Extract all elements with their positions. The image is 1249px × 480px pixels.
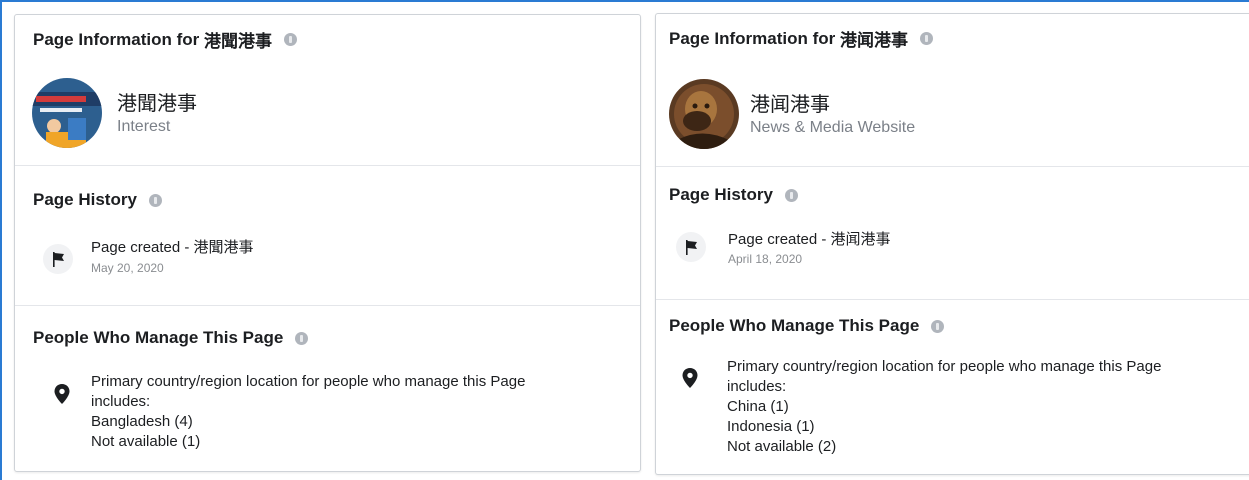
managers-title: People Who Manage This Page	[669, 316, 920, 335]
page-info-heading: Page Information for 港闻港事	[669, 26, 933, 51]
location-pin-icon	[681, 367, 699, 389]
page-info-name: 港聞港事	[203, 32, 272, 51]
managers-heading: People Who Manage This Page	[33, 328, 309, 348]
divider	[656, 166, 1249, 167]
page-history-title: Page History	[33, 190, 137, 209]
location-item: China (1)	[727, 398, 789, 415]
flag-icon	[676, 232, 706, 262]
avatar[interactable]	[669, 79, 739, 149]
managers-intro-cont: includes:	[727, 378, 787, 395]
divider	[15, 165, 640, 166]
page-history-heading: Page History	[33, 190, 162, 210]
history-entry: Page created - 港聞港事	[91, 239, 254, 256]
page-name: 港聞港事	[117, 93, 197, 115]
history-date: April 18, 2020	[728, 252, 803, 266]
managers-location-list: Primary country/region location for peop…	[91, 372, 525, 452]
history-entry: Page created - 港闻港事	[728, 231, 891, 248]
managers-intro-cont: includes:	[91, 393, 151, 410]
info-icon[interactable]	[919, 32, 933, 45]
page-info-heading: Page Information for 港聞港事	[33, 27, 297, 52]
info-icon[interactable]	[931, 319, 945, 333]
location-item: Indonesia (1)	[727, 418, 815, 435]
info-icon[interactable]	[148, 193, 162, 207]
page-info-prefix: Page Information for	[669, 28, 836, 48]
page-category: Interest	[117, 118, 171, 135]
history-date: May 20, 2020	[91, 261, 164, 275]
page-history-heading: Page History	[669, 185, 798, 205]
page-transparency-panel-right: Page Information for 港闻港事 港闻港事 News & Me…	[655, 13, 1249, 475]
location-item: Bangladesh (4)	[91, 413, 193, 430]
info-icon[interactable]	[784, 188, 798, 202]
managers-intro: Primary country/region location for peop…	[727, 358, 1162, 375]
managers-title: People Who Manage This Page	[33, 328, 284, 347]
page-history-title: Page History	[669, 185, 773, 204]
page-transparency-panel-left: Page Information for 港聞港事 港聞港事 Interest …	[14, 14, 641, 472]
page-category: News & Media Website	[750, 119, 916, 136]
location-item: Not available (2)	[727, 438, 837, 455]
page-name: 港闻港事	[750, 94, 830, 116]
info-icon[interactable]	[283, 33, 297, 46]
location-item: Not available (1)	[91, 433, 201, 450]
managers-location-list: Primary country/region location for peop…	[727, 357, 1161, 457]
page-info-name: 港闻港事	[839, 31, 908, 50]
managers-intro: Primary country/region location for peop…	[91, 373, 526, 390]
info-icon[interactable]	[295, 331, 309, 345]
page-info-prefix: Page Information for	[33, 29, 200, 49]
managers-heading: People Who Manage This Page	[669, 316, 945, 336]
location-pin-icon	[53, 383, 71, 405]
divider	[15, 305, 640, 306]
flag-icon	[43, 244, 73, 274]
divider	[656, 299, 1249, 300]
avatar[interactable]	[32, 78, 102, 148]
